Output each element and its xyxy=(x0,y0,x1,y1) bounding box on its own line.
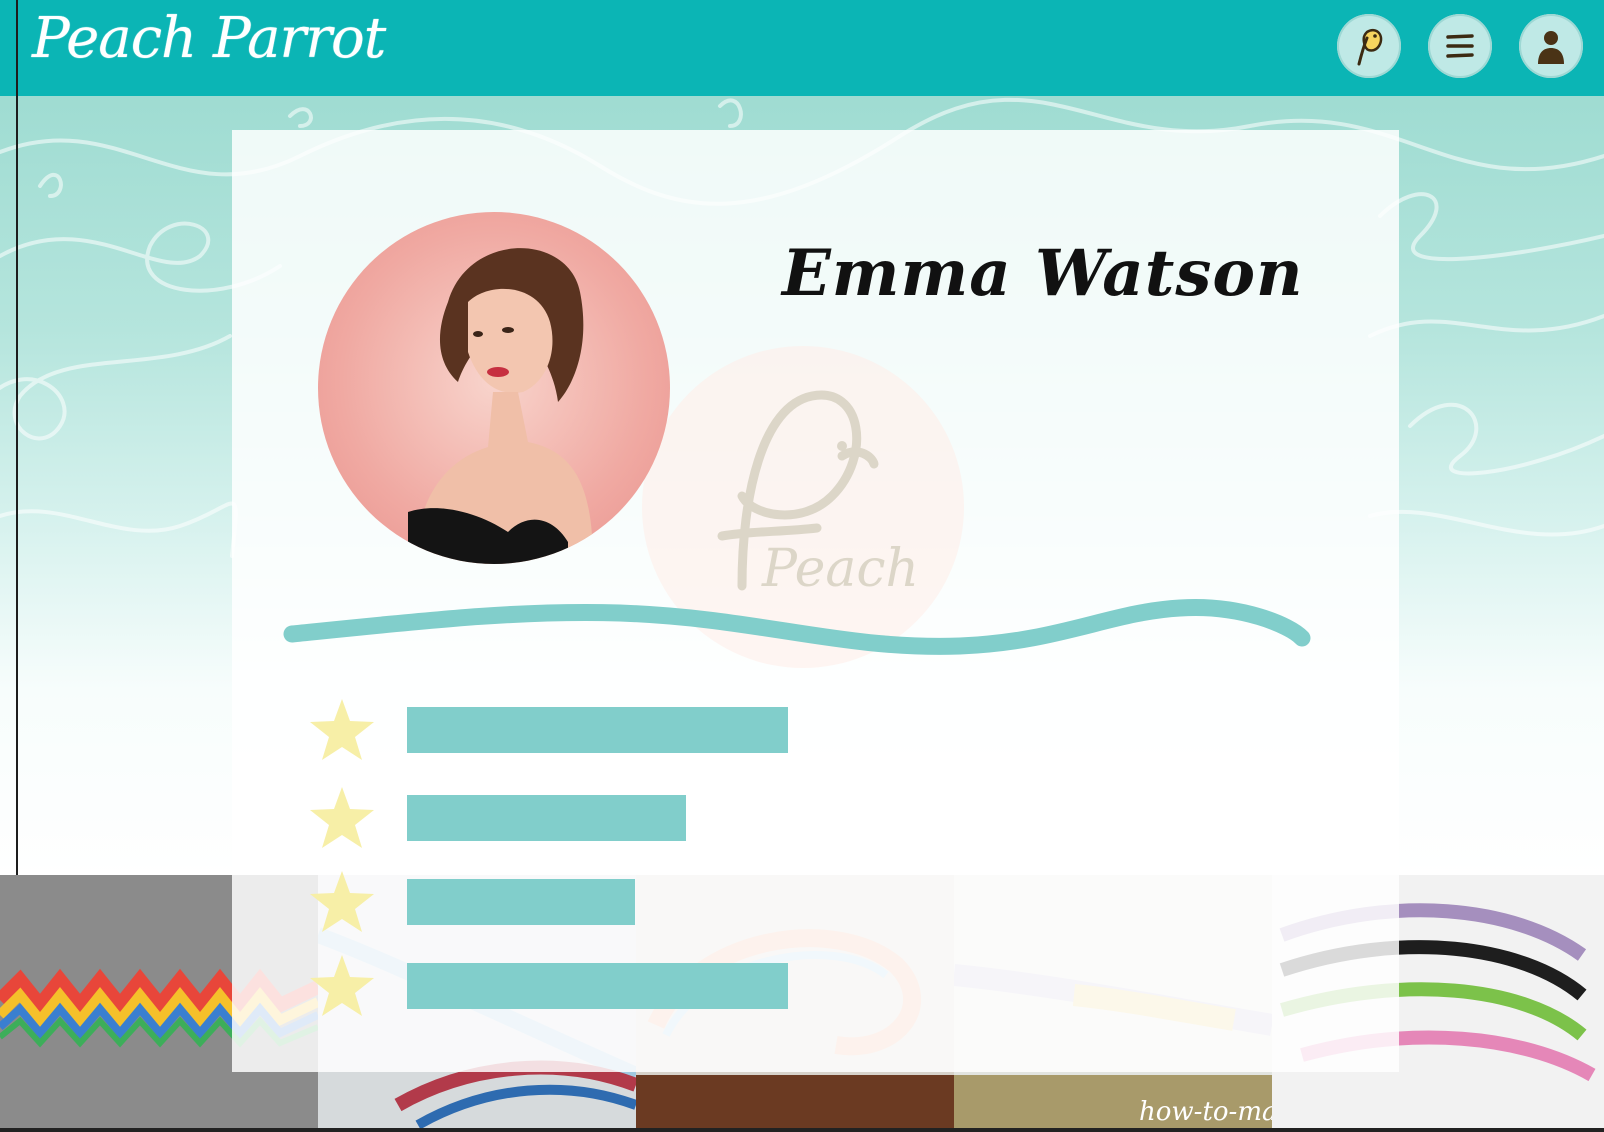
star-icon xyxy=(310,871,374,932)
skills-list xyxy=(0,0,1604,1132)
star-icon xyxy=(310,955,374,1016)
bottom-frame-line xyxy=(0,1128,1604,1132)
skill-level-bar xyxy=(407,707,788,753)
skill-level-bar xyxy=(407,795,686,841)
left-frame-line xyxy=(16,0,18,875)
skill-level-bar xyxy=(407,879,635,925)
skill-level-bar xyxy=(407,963,788,1009)
star-icon xyxy=(310,787,374,848)
star-icon xyxy=(310,699,374,760)
